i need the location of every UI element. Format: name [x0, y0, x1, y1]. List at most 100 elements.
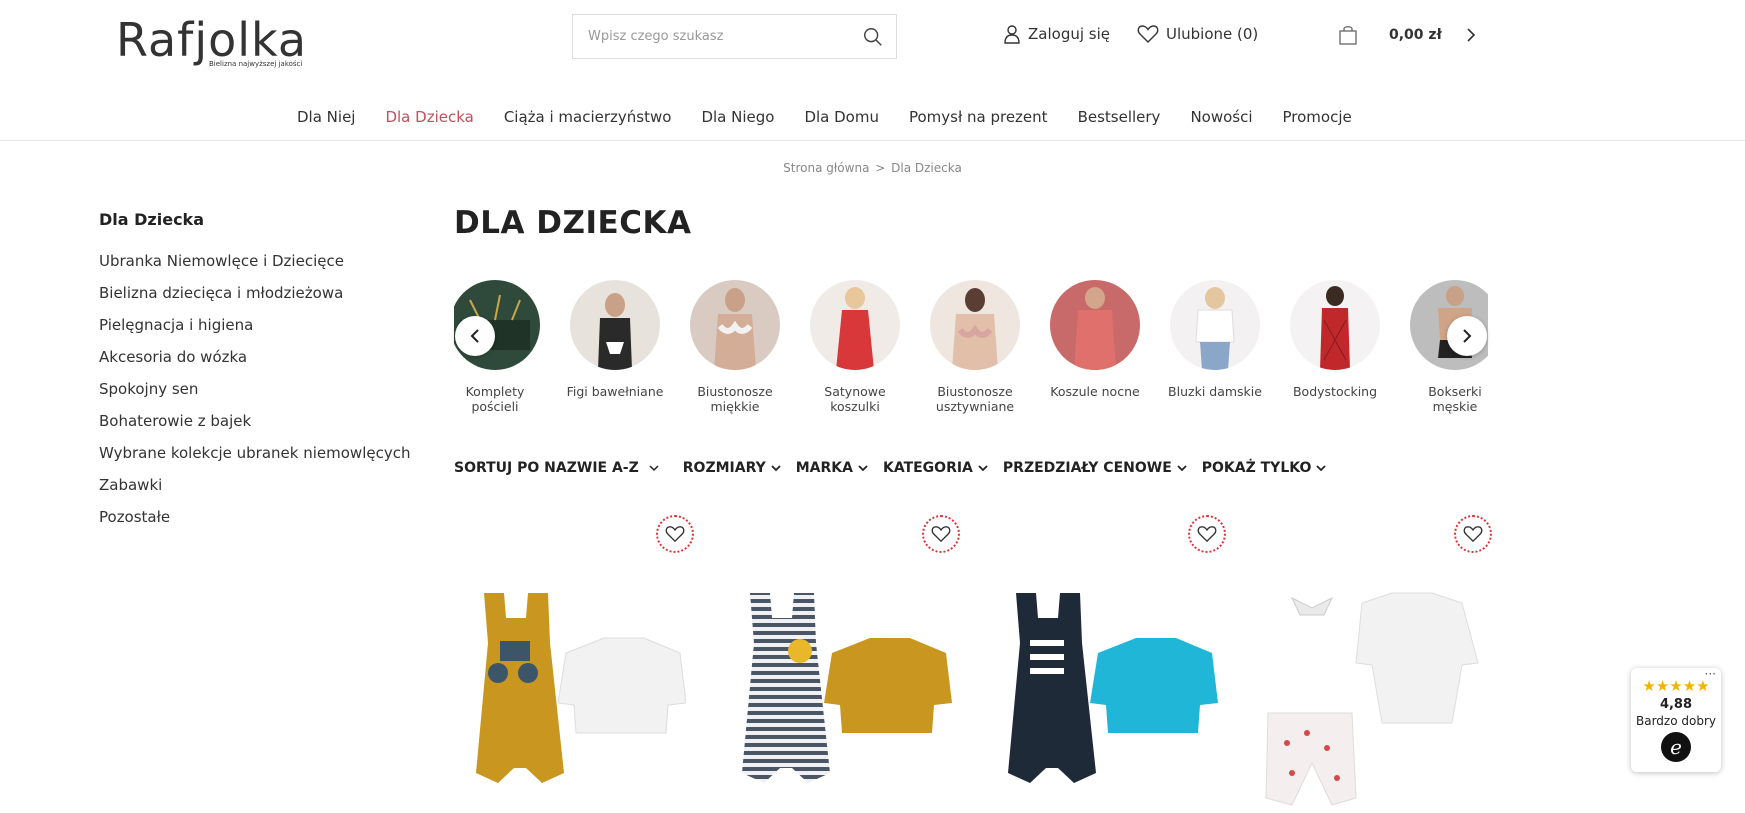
search-box	[572, 14, 897, 59]
sidebar-item-bohaterowie[interactable]: Bohaterowie z bajek	[99, 412, 410, 444]
chevron-down-icon	[1316, 464, 1327, 471]
category-label: Biustonosze usztywniane	[935, 384, 1015, 414]
nav-item-dla-niej[interactable]: Dla Niej	[297, 108, 355, 126]
breadcrumb-separator: >	[875, 161, 886, 175]
logo-tagline: Bielizna najwyższej jakości	[209, 60, 303, 68]
category-bodystocking[interactable]: Bodystocking	[1285, 278, 1385, 399]
favorites-link[interactable]: Ulubione (0)	[1137, 24, 1258, 44]
add-to-favorites-button[interactable]	[656, 515, 694, 553]
chevron-down-icon	[649, 464, 659, 471]
category-label: Figi bawełniane	[566, 384, 664, 399]
category-label: Koszule nocne	[1050, 384, 1140, 399]
filter-label: MARKA	[795, 460, 853, 476]
heart-icon	[1463, 526, 1483, 543]
trust-badge[interactable]: ··· ★★★★★ 4,88 Bardzo dobry e	[1631, 667, 1721, 772]
login-label: Zaloguj się	[1028, 25, 1110, 43]
cart-amount: 0,00 zł	[1389, 27, 1442, 43]
sidebar-item-pielegnacja[interactable]: Pielęgnacja i higiena	[99, 316, 410, 348]
nav-item-nowosci[interactable]: Nowości	[1190, 108, 1252, 126]
category-image	[930, 280, 1020, 370]
product-image[interactable]	[720, 583, 952, 813]
product-image[interactable]	[986, 583, 1218, 813]
category-biustonosze-usztywniane[interactable]: Biustonosze usztywniane	[925, 278, 1025, 414]
shopping-bag-icon	[1339, 26, 1357, 45]
logo[interactable]: Rafjolka Bielizna najwyższej jakości	[116, 14, 316, 72]
category-label: Bodystocking	[1292, 384, 1378, 399]
sidebar-title: Dla Dziecka	[99, 210, 204, 229]
filter-bar: SORTUJ PO NAZWIE A-Z ROZMIARY MARKA KATE…	[454, 460, 1341, 476]
chevron-down-icon	[771, 464, 781, 471]
category-image	[810, 280, 900, 370]
favorites-label: Ulubione (0)	[1166, 25, 1259, 43]
sort-dropdown[interactable]: SORTUJ PO NAZWIE A-Z	[454, 460, 659, 476]
filter-pokaz-tylko[interactable]: POKAŻ TYLKO	[1202, 460, 1327, 476]
sidebar-item-ubranka[interactable]: Ubranka Niemowlęce i Dziecięce	[99, 252, 410, 284]
filter-marka[interactable]: MARKA	[796, 460, 868, 476]
breadcrumb-current: Dla Dziecka	[891, 161, 962, 175]
add-to-favorites-button[interactable]	[1188, 515, 1226, 553]
category-label: Satynowe koszulki	[824, 384, 886, 414]
heart-icon	[1197, 526, 1217, 543]
sort-label: SORTUJ PO NAZWIE A-Z	[454, 460, 639, 476]
category-image	[1050, 280, 1140, 370]
search-input[interactable]	[573, 15, 862, 58]
nav-item-bestsellery[interactable]: Bestsellery	[1078, 108, 1161, 126]
chevron-down-icon	[1177, 464, 1187, 471]
sidebar-item-bielizna[interactable]: Bielizna dziecięca i młodzieżowa	[99, 284, 410, 316]
category-image	[690, 280, 780, 370]
category-koszule-nocne[interactable]: Koszule nocne	[1045, 278, 1145, 399]
product-card[interactable]	[1252, 515, 1492, 813]
category-label: Komplety pościeli	[465, 384, 525, 414]
sidebar-item-akcesoria[interactable]: Akcesoria do wózka	[99, 348, 410, 380]
cart-link[interactable]: 0,00 zł	[1337, 24, 1476, 46]
breadcrumb-home[interactable]: Strona główna	[783, 161, 869, 175]
trusted-shops-logo: e	[1661, 732, 1691, 762]
heart-icon	[931, 526, 951, 543]
filter-rozmiary[interactable]: ROZMIARY	[683, 460, 781, 476]
filter-label: KATEGORIA	[882, 460, 973, 476]
filter-przedzialy-cenowe[interactable]: PRZEDZIAŁY CENOWE	[1003, 460, 1187, 476]
sidebar-list: Ubranka Niemowlęce i Dziecięce Bielizna …	[99, 252, 410, 540]
category-bluzki-damskie[interactable]: Bluzki damskie	[1165, 278, 1265, 399]
nav-item-ciaza[interactable]: Ciąża i macierzyństwo	[504, 108, 672, 126]
product-card[interactable]	[454, 515, 694, 813]
category-label: Biustonosze miękkie	[697, 384, 773, 414]
carousel-next-button[interactable]	[1447, 316, 1487, 356]
nav-item-dla-niego[interactable]: Dla Niego	[701, 108, 774, 126]
rating-score: 4,88	[1659, 697, 1693, 712]
breadcrumb: Strona główna > Dla Dziecka	[0, 161, 1745, 175]
chevron-down-icon	[978, 464, 988, 471]
product-card[interactable]	[986, 515, 1226, 813]
nav-item-dla-dziecka[interactable]: Dla Dziecka	[385, 108, 473, 126]
nav-item-pomysl-na-prezent[interactable]: Pomysł na prezent	[909, 108, 1048, 126]
more-icon[interactable]: ···	[1705, 667, 1716, 681]
main-nav: Dla Niej Dla Dziecka Ciąża i macierzyńst…	[0, 100, 1745, 141]
category-satynowe-koszulki[interactable]: Satynowe koszulki	[805, 278, 905, 414]
category-biustonosze-miekkie[interactable]: Biustonosze miękkie	[685, 278, 785, 414]
chevron-right-icon	[1463, 329, 1472, 343]
nav-item-promocje[interactable]: Promocje	[1283, 108, 1352, 126]
category-label: Bokserki męskie	[1428, 384, 1482, 414]
chevron-left-icon	[470, 329, 479, 343]
category-figi-bawelniane[interactable]: Figi bawełniane	[565, 278, 665, 399]
sidebar-item-zabawki[interactable]: Zabawki	[99, 476, 410, 508]
search-icon[interactable]	[862, 26, 884, 48]
product-image[interactable]	[1252, 583, 1484, 813]
chevron-down-icon	[858, 464, 868, 471]
sidebar-item-spokojny-sen[interactable]: Spokojny sen	[99, 380, 410, 412]
nav-item-dla-domu[interactable]: Dla Domu	[804, 108, 879, 126]
add-to-favorites-button[interactable]	[1454, 515, 1492, 553]
filter-kategoria[interactable]: KATEGORIA	[883, 460, 988, 476]
logo-text: Rafjolka	[116, 13, 308, 67]
product-card[interactable]	[720, 515, 960, 813]
category-carousel: Komplety pościeli Figi bawełniane Biusto…	[454, 278, 1488, 418]
product-image[interactable]	[454, 583, 687, 813]
carousel-prev-button[interactable]	[455, 316, 495, 356]
chevron-right-icon[interactable]	[1466, 28, 1476, 42]
login-link[interactable]: Zaloguj się	[1003, 24, 1110, 44]
heart-icon	[1137, 25, 1159, 43]
sidebar-item-kolekcje[interactable]: Wybrane kolekcje ubranek niemowlęcych	[99, 444, 410, 476]
rating-text: Bardzo dobry	[1636, 714, 1716, 728]
add-to-favorites-button[interactable]	[922, 515, 960, 553]
sidebar-item-pozostale[interactable]: Pozostałe	[99, 508, 410, 540]
